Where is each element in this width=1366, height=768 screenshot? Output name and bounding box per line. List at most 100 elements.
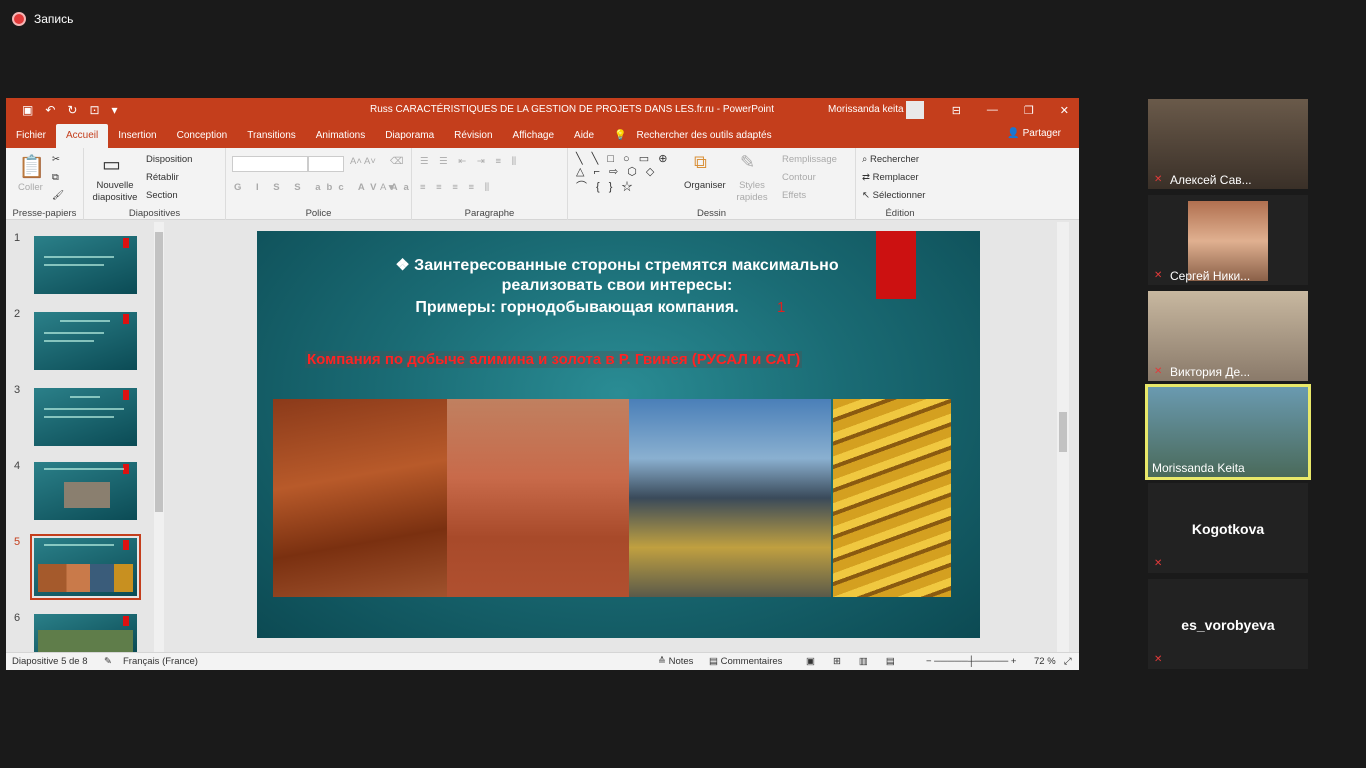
- tell-me-search[interactable]: Rechercher des outils adaptés: [637, 124, 782, 148]
- replace-button[interactable]: ⇄ Remplacer: [862, 172, 919, 183]
- tab-animations[interactable]: Animations: [306, 124, 375, 148]
- mic-muted-icon: ✕: [1154, 174, 1163, 185]
- thumb-image: [64, 482, 110, 508]
- spellcheck-icon[interactable]: ✎: [104, 656, 112, 667]
- restore-icon[interactable]: ❐: [1024, 104, 1034, 117]
- tab-aide[interactable]: Aide: [564, 124, 604, 148]
- lightbulb-icon: 💡: [614, 130, 627, 141]
- grow-font-icon[interactable]: A˄ A˅: [350, 156, 376, 167]
- shape-outline-button[interactable]: Contour: [782, 172, 816, 183]
- copy-icon[interactable]: ⧉: [52, 172, 59, 183]
- mic-muted-icon: ✕: [1154, 654, 1163, 665]
- avatar[interactable]: [906, 101, 924, 119]
- customize-icon[interactable]: ▾: [112, 103, 118, 117]
- paste-icon[interactable]: 📋: [18, 154, 45, 180]
- arrange-icon[interactable]: ⧉: [694, 152, 707, 173]
- tab-fichier[interactable]: Fichier: [6, 124, 56, 148]
- refinery-image: [629, 399, 831, 597]
- recording-indicator: Запись: [12, 12, 73, 26]
- current-slide[interactable]: ❖ Заинтересованные стороны стремятся мак…: [257, 231, 980, 638]
- slide-thumbnail-6[interactable]: [34, 614, 137, 652]
- new-slide-button[interactable]: Nouvelle diapositive: [90, 180, 140, 204]
- participant-tile[interactable]: ✕ Алексей Сав...: [1148, 99, 1308, 189]
- clear-format-icon[interactable]: ⌫: [390, 156, 403, 167]
- thumb-accent: [123, 314, 129, 324]
- font-size-box[interactable]: [308, 156, 344, 172]
- ribbon-display-icon[interactable]: ⊟: [952, 104, 961, 117]
- quick-access-toolbar: ▣ ↶ ↻ ⊡ ▾: [22, 98, 118, 122]
- slide-heading-line1: ❖ Заинтересованные стороны стремятся мак…: [395, 257, 839, 274]
- section-button[interactable]: Section: [146, 190, 178, 201]
- tab-revision[interactable]: Révision: [444, 124, 502, 148]
- shapes-gallery[interactable]: ╲ ╲ □ ○ ▭ ⊕ △ ⌐ ⇨ ⬡ ◇ ⌒ { } ☆: [576, 152, 670, 194]
- shape-effects-button[interactable]: Effets: [782, 190, 806, 201]
- gold-bars-image: [833, 399, 951, 597]
- scrollbar-thumb[interactable]: [1059, 412, 1067, 452]
- tab-transitions[interactable]: Transitions: [237, 124, 306, 148]
- slide-thumbnail-4[interactable]: [34, 462, 137, 520]
- find-button[interactable]: ⌕ Rechercher: [862, 154, 919, 165]
- replace-icon: ⇄: [862, 172, 873, 183]
- zoom-level[interactable]: 72 %: [1034, 656, 1056, 667]
- user-name[interactable]: Morissanda keita: [828, 104, 904, 115]
- layout-button[interactable]: Disposition: [146, 154, 192, 165]
- select-button[interactable]: ↖ Sélectionner: [862, 190, 925, 201]
- select-label: Sélectionner: [872, 190, 926, 201]
- thumb-text-line: [60, 320, 110, 322]
- participant-name: Виктория Де...: [1170, 365, 1251, 379]
- slide-editor: ❖ Заинтересованные стороны стремятся мак…: [166, 222, 1069, 652]
- language-label[interactable]: Français (France): [123, 656, 198, 667]
- thumbnails-scrollbar[interactable]: [154, 222, 164, 652]
- shape-fill-button[interactable]: Remplissage: [782, 154, 837, 165]
- new-slide-icon[interactable]: ▭: [102, 152, 121, 177]
- comment-icon: ▤: [709, 656, 721, 667]
- tab-diaporama[interactable]: Diaporama: [375, 124, 444, 148]
- paste-button[interactable]: Coller: [18, 182, 43, 193]
- zoom-slider[interactable]: − ─────┼───── +: [926, 656, 1016, 667]
- thumb-accent: [123, 238, 129, 248]
- reset-button[interactable]: Rétablir: [146, 172, 179, 183]
- tab-accueil[interactable]: Accueil: [56, 124, 109, 148]
- slide-thumbnail-1[interactable]: [34, 236, 137, 294]
- slide-heading-line3: Примеры: горнодобывающая компания.: [415, 299, 739, 316]
- comments-label: Commentaires: [720, 656, 783, 667]
- view-buttons[interactable]: ▣⊞▥▤: [806, 656, 913, 667]
- slide-thumbnail-2[interactable]: [34, 312, 137, 370]
- format-painter-icon[interactable]: 🖌: [52, 190, 64, 201]
- presenter-icon[interactable]: ⊡: [89, 103, 99, 117]
- participant-tile[interactable]: ✕ Сергей Ники...: [1148, 195, 1308, 285]
- participant-tile-active-speaker[interactable]: Morissanda Keita: [1145, 384, 1311, 480]
- list-buttons[interactable]: ☰ ☰ ⇤ ⇥ ≡ ⫼: [420, 156, 520, 167]
- notes-icon: ≙: [658, 656, 669, 667]
- slide-scrollbar[interactable]: [1057, 222, 1069, 652]
- align-buttons[interactable]: ≡ ≡ ≡ ≡ ⫼: [420, 182, 493, 193]
- participant-tile[interactable]: Kogotkova ✕: [1148, 483, 1308, 573]
- tab-affichage[interactable]: Affichage: [503, 124, 565, 148]
- participant-tile[interactable]: ✕ Виктория Де...: [1148, 291, 1308, 381]
- font-name-box[interactable]: [232, 156, 308, 172]
- comments-button[interactable]: ▤ Commentaires: [709, 656, 782, 667]
- undo-icon[interactable]: ↶: [45, 103, 55, 117]
- share-button[interactable]: 👤 Partager: [1007, 128, 1061, 139]
- title-bar: ▣ ↶ ↻ ⊡ ▾ Russ CARACTÉRISTIQUES DE LA GE…: [6, 98, 1079, 122]
- close-icon[interactable]: ✕: [1060, 104, 1069, 117]
- cut-icon[interactable]: ✂: [52, 154, 60, 165]
- slide-thumbnail-5[interactable]: [30, 534, 141, 600]
- tab-insertion[interactable]: Insertion: [108, 124, 166, 148]
- quick-styles-icon[interactable]: ✎: [740, 152, 755, 173]
- thumb-number: 5: [14, 536, 21, 548]
- slide-thumbnail-3[interactable]: [34, 388, 137, 446]
- font-color-icon[interactable]: A ▾: [380, 182, 393, 193]
- notes-button[interactable]: ≙ Notes: [658, 656, 693, 667]
- scrollbar-thumb[interactable]: [155, 232, 163, 512]
- minimize-icon[interactable]: —: [987, 104, 998, 116]
- arrange-button[interactable]: Organiser: [684, 180, 726, 191]
- thumb-number: 3: [14, 384, 21, 396]
- redo-icon[interactable]: ↻: [67, 103, 77, 117]
- save-icon[interactable]: ▣: [22, 103, 33, 117]
- tab-conception[interactable]: Conception: [167, 124, 238, 148]
- quick-styles-button[interactable]: Styles rapides: [732, 180, 772, 204]
- slide-heading-line2: реализовать свои интересы:: [501, 277, 733, 294]
- participant-tile[interactable]: es_vorobyeva ✕: [1148, 579, 1308, 669]
- fit-slide-icon[interactable]: ⤢: [1064, 656, 1072, 667]
